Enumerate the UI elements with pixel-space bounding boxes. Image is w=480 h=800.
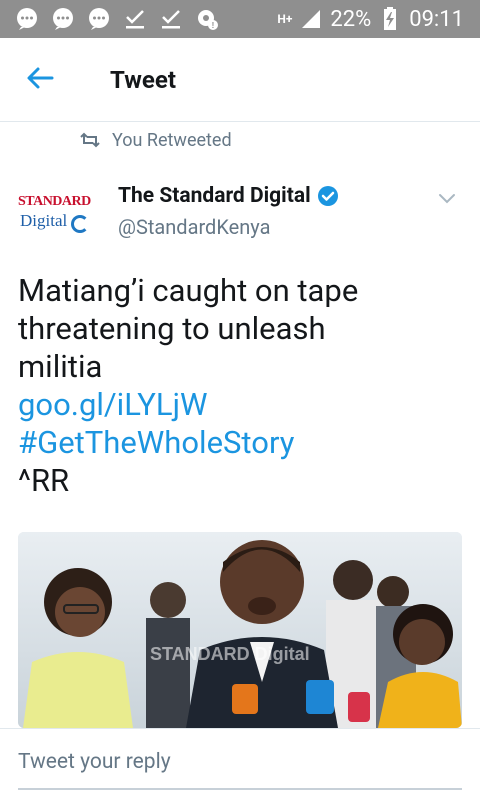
chevron-down-icon [434,194,460,215]
tweet-media-image[interactable]: STANDARD Digital [18,532,462,728]
retweet-context: You Retweeted [78,128,232,152]
battery-charging-icon [377,6,403,32]
tweet-text-line: militia [18,348,103,385]
tweet-signature: ^RR [18,462,70,499]
chat-bubble-icon [86,6,112,32]
signal-icon [298,6,324,32]
author-name: The Standard Digital [118,184,311,208]
tweet-author: STANDARD Digital The Standard Digital @S… [0,175,480,245]
media-watermark: STANDARD Digital [150,644,310,664]
back-button[interactable] [10,50,70,110]
author-handle[interactable]: @StandardKenya [118,215,270,239]
tweet-hashtag[interactable]: #GetTheWholeStory [18,424,468,462]
logo-swirl-icon [71,215,89,233]
tweet-text: Matiang’i caught on tape threatening to … [18,272,468,500]
avatar-logo-top: STANDARD [18,194,91,209]
arrow-left-icon [26,66,54,94]
tweet-text-line: threatening to unleash [18,310,326,347]
status-notification-icons: ! [0,6,220,32]
app-header: Tweet [0,38,480,122]
page-title: Tweet [110,65,176,94]
tweet-text-line: Matiang’i caught on tape [18,272,359,309]
tweet-menu-button[interactable] [434,185,460,211]
battery-percent: 22% [330,6,372,32]
chat-bubble-icon [50,6,76,32]
reply-input[interactable] [18,740,462,790]
status-system-icons: H+ 22% 09:11 [277,6,480,32]
clock: 09:11 [409,6,464,32]
avatar[interactable]: STANDARD Digital [16,187,102,241]
check-download-icon [122,6,148,32]
check-download-icon [158,6,184,32]
chat-bubble-icon [14,6,40,32]
media-photo: STANDARD Digital [18,532,462,728]
author-name-row[interactable]: The Standard Digital [118,184,339,208]
status-bar: ! H+ 22% 09:11 [0,0,480,38]
avatar-logo-bottom: Digital [20,211,68,230]
gear-notification-icon: ! [194,6,220,32]
retweet-context-label: You Retweeted [112,129,232,151]
svg-text:!: ! [212,21,215,30]
network-type-label: H+ [277,12,293,26]
reply-divider [0,728,480,729]
retweet-icon [78,128,102,152]
tweet-link[interactable]: goo.gl/iLYLjW [18,386,468,424]
verified-badge-icon [317,185,339,207]
